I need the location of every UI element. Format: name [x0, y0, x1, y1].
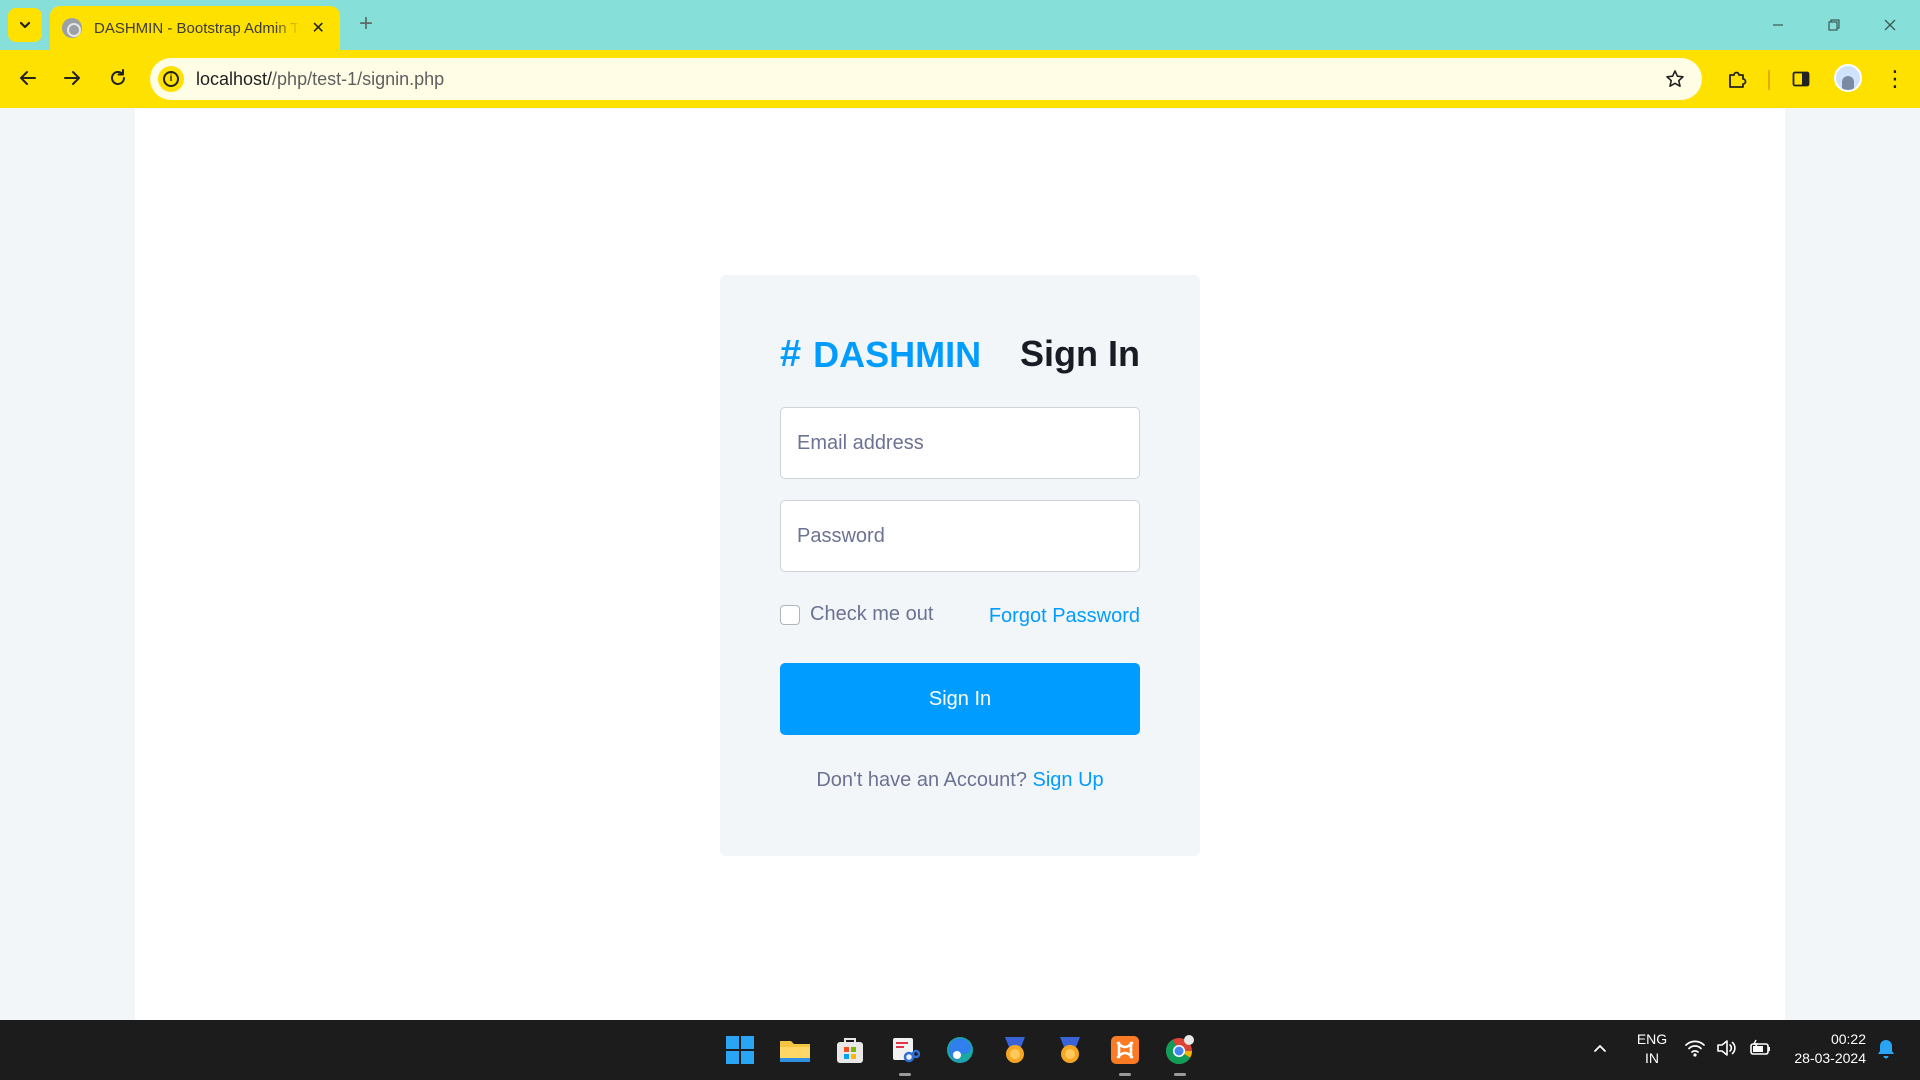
edge-button[interactable]	[940, 1030, 980, 1070]
windows-taskbar: ENG IN 00:22 28-03-2024	[0, 1020, 1920, 1080]
chrome-button[interactable]	[1160, 1030, 1200, 1076]
volume-icon	[1717, 1040, 1736, 1056]
battery-icon	[1750, 1039, 1770, 1055]
side-panel-icon	[1792, 71, 1810, 87]
microsoft-store-button[interactable]	[830, 1030, 870, 1070]
hashtag-icon: #	[780, 333, 802, 375]
sign-up-link[interactable]: Sign Up	[1033, 769, 1104, 791]
remember-label[interactable]: Check me out	[810, 603, 933, 626]
sign-in-button[interactable]: Sign In	[780, 663, 1140, 735]
password-field[interactable]	[780, 500, 1140, 572]
windows-start-icon	[726, 1036, 754, 1064]
profile-avatar[interactable]	[1834, 64, 1862, 92]
new-tab-button[interactable]: +	[352, 10, 380, 38]
badge-app-2-button[interactable]	[1050, 1030, 1090, 1070]
browser-tab-active[interactable]: DASHMIN - Bootstrap Admin Template ✕	[50, 6, 340, 50]
chrome-icon	[1165, 1035, 1194, 1065]
star-icon	[1666, 70, 1684, 87]
restore-icon	[1828, 19, 1840, 31]
forward-button[interactable]	[54, 60, 90, 96]
file-explorer-button[interactable]	[775, 1030, 815, 1070]
notifications-button[interactable]	[1876, 1038, 1896, 1065]
badge-app-icon	[1005, 1037, 1025, 1063]
no-account-text: Don't have an Account?	[816, 769, 1027, 791]
reload-icon	[111, 69, 125, 85]
info-icon: i	[163, 71, 179, 87]
clock-time: 00:22	[1830, 1031, 1866, 1047]
bell-icon	[1878, 1040, 1894, 1059]
running-indicator	[1119, 1073, 1131, 1076]
page-container: # DASHMIN Sign In Check me out Forgot Pa…	[135, 109, 1785, 1020]
url-text[interactable]: localhost//php/test-1/signin.php	[196, 69, 444, 90]
chevron-up-icon	[1594, 1045, 1606, 1052]
url-host: localhost/	[196, 69, 273, 89]
extensions-button[interactable]	[1720, 62, 1754, 96]
toolbar-divider	[1768, 70, 1770, 90]
remember-row: Check me out	[780, 603, 933, 626]
globe-icon	[62, 18, 82, 38]
side-panel-button[interactable]	[1784, 62, 1818, 96]
window-restore-button[interactable]	[1806, 0, 1862, 50]
window-close-button[interactable]	[1862, 0, 1918, 50]
clock[interactable]: 00:22 28-03-2024	[1776, 1030, 1866, 1068]
brand-name: DASHMIN	[813, 333, 982, 375]
person-icon	[1842, 76, 1854, 90]
back-button[interactable]	[10, 60, 46, 96]
arrow-right-icon	[64, 71, 80, 85]
badge-app-2-icon	[1060, 1037, 1080, 1063]
tab-title: DASHMIN - Bootstrap Admin Template	[94, 19, 300, 37]
arrow-left-icon	[20, 71, 36, 85]
bookmark-star-button[interactable]	[1662, 66, 1688, 92]
language-code: ENG	[1636, 1031, 1668, 1047]
input-language-indicator[interactable]: ENG IN	[1632, 1030, 1672, 1068]
running-indicator	[1174, 1073, 1186, 1076]
store-icon	[837, 1038, 863, 1063]
email-field[interactable]	[780, 407, 1140, 479]
reload-button[interactable]	[100, 60, 136, 96]
tab-search-button[interactable]	[8, 8, 42, 42]
snipping-tool-icon	[893, 1038, 920, 1063]
snipping-tool-button[interactable]	[885, 1030, 925, 1076]
running-indicator	[899, 1073, 911, 1076]
badge-app-button[interactable]	[995, 1030, 1035, 1070]
close-icon	[1884, 19, 1896, 31]
browser-tab-strip: DASHMIN - Bootstrap Admin Template ✕ +	[0, 0, 1920, 50]
browser-toolbar: i localhost//php/test-1/signin.php ⋮	[0, 50, 1920, 108]
brand-logo[interactable]: # DASHMIN	[780, 333, 981, 376]
xampp-button[interactable]	[1105, 1030, 1145, 1076]
forgot-password-link[interactable]: Forgot Password	[989, 605, 1140, 628]
site-info-button[interactable]: i	[158, 66, 184, 92]
page-background: # DASHMIN Sign In Check me out Forgot Pa…	[0, 109, 1920, 1020]
page-title: Sign In	[1020, 333, 1140, 374]
system-tray-icons[interactable]	[1684, 1038, 1772, 1058]
minimize-icon	[1773, 24, 1783, 26]
chevron-down-icon	[19, 21, 31, 29]
browser-menu-button[interactable]: ⋮	[1878, 62, 1912, 96]
remember-checkbox[interactable]	[780, 604, 800, 625]
puzzle-icon	[1729, 71, 1747, 88]
tab-close-button[interactable]: ✕	[308, 18, 328, 38]
show-hidden-icons-button[interactable]	[1592, 1040, 1608, 1061]
signin-card: # DASHMIN Sign In Check me out Forgot Pa…	[720, 275, 1200, 856]
edge-icon	[947, 1037, 973, 1063]
region-code: IN	[1645, 1050, 1659, 1066]
xampp-icon	[1111, 1036, 1139, 1064]
signup-prompt: Don't have an Account? Sign Up	[720, 769, 1200, 792]
window-minimize-button[interactable]	[1750, 0, 1806, 50]
url-path: /php/test-1/signin.php	[272, 69, 445, 89]
clock-date: 28-03-2024	[1794, 1050, 1866, 1066]
folder-icon	[780, 1041, 810, 1062]
start-button[interactable]	[720, 1030, 760, 1070]
wifi-icon	[1685, 1040, 1705, 1057]
address-bar[interactable]: i localhost//php/test-1/signin.php	[150, 58, 1702, 100]
